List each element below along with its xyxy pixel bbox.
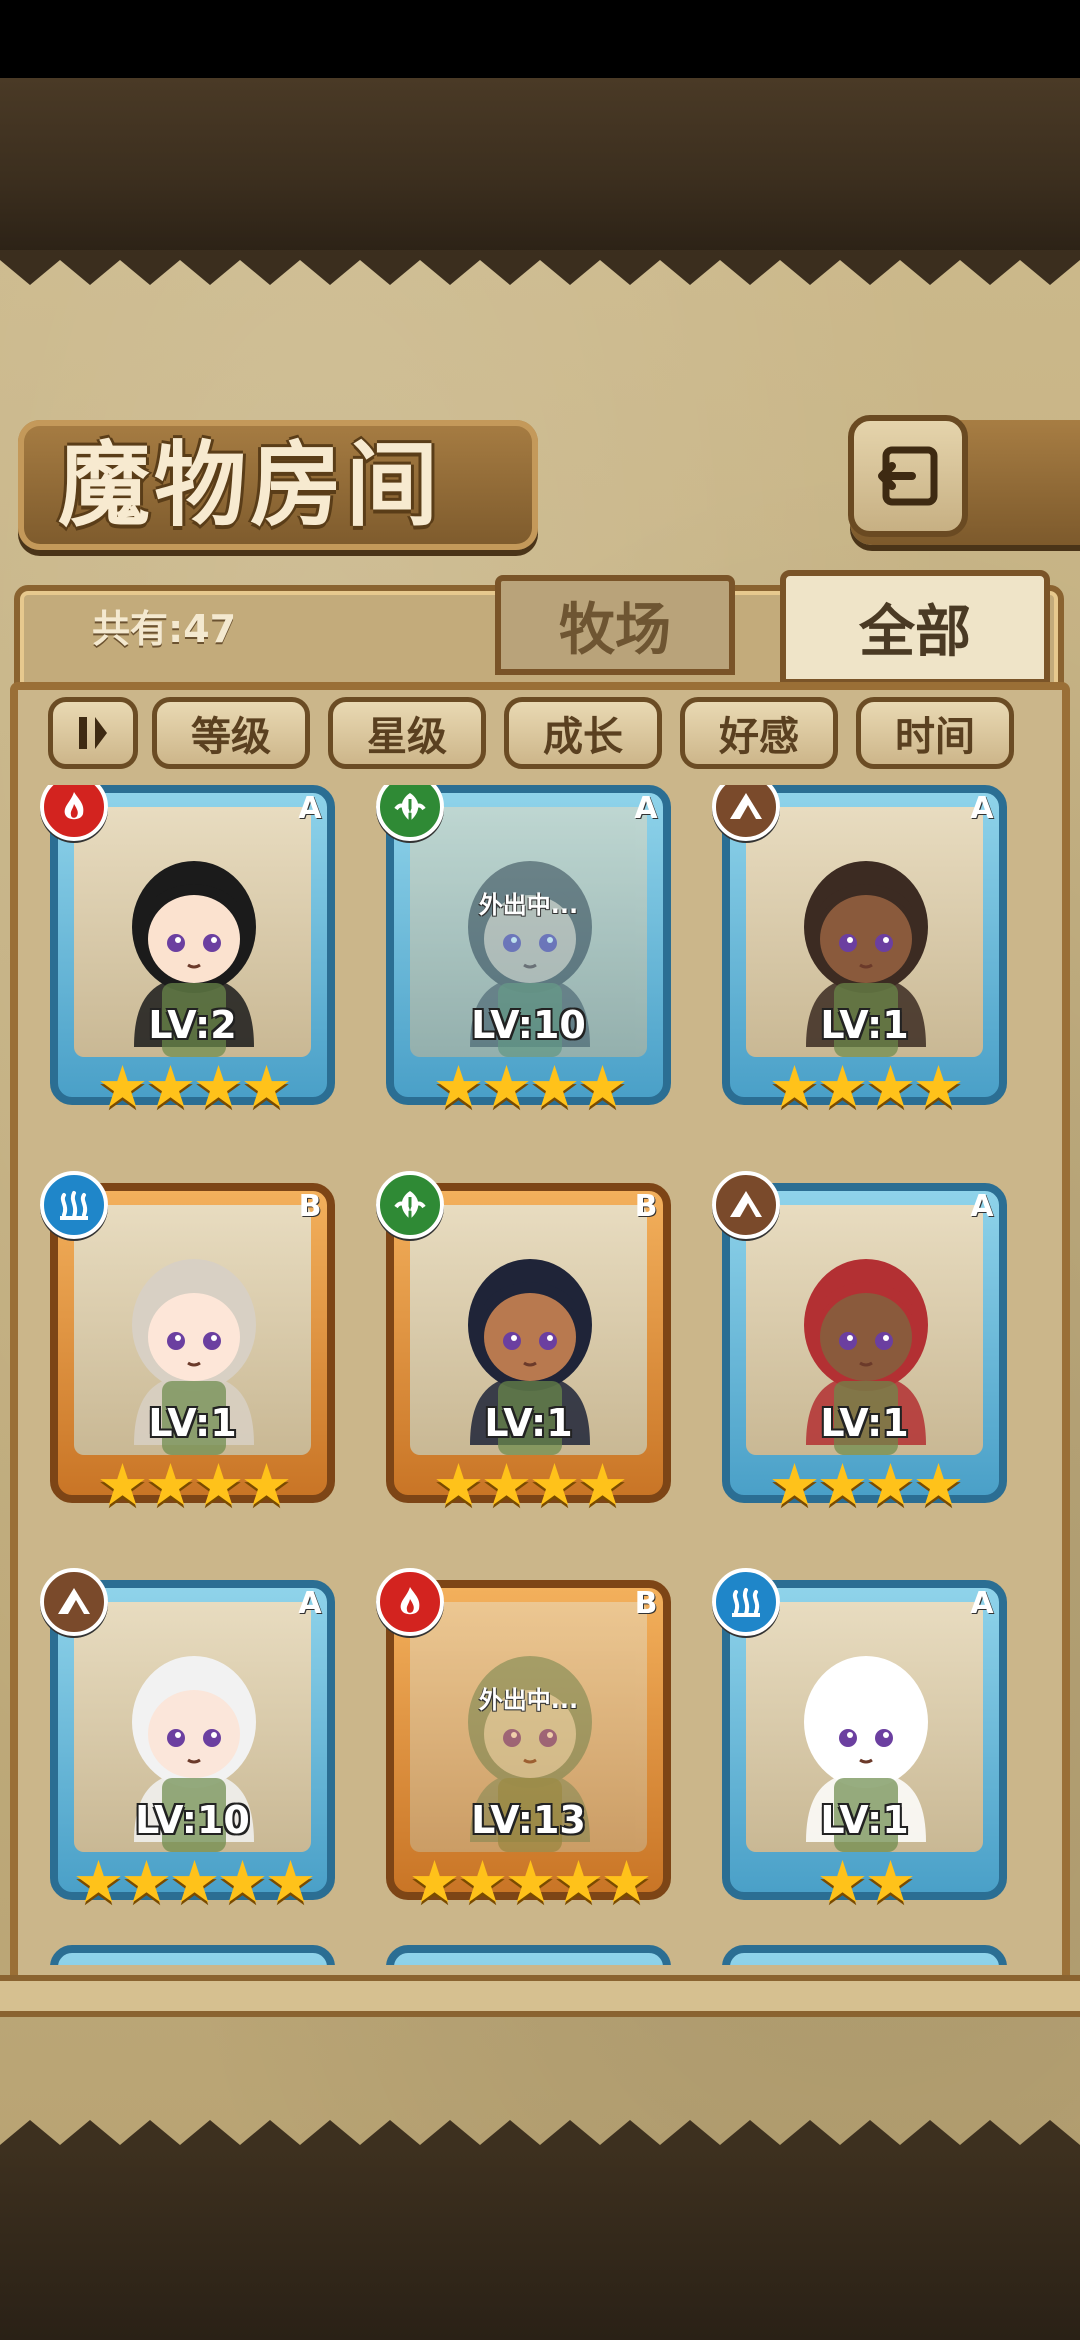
monster-grid: A LV:2 ★★★★ A 外出中... LV:10 ★★★★ A LV:1 ★★★★ B LV:1 ★… [40,785,1040,1965]
sort-order-toggle-button[interactable] [48,697,138,769]
away-status-label: 外出中... [478,1686,579,1714]
sort-filter-row: 等级 星级 成长 好感 时间 [48,697,1028,772]
tab-ranch[interactable]: 牧场 [495,575,735,675]
monster-card[interactable]: A LV:1 ★★★★ [712,785,1017,1135]
monster-level: LV:1 [820,1003,909,1047]
sort-star-button[interactable]: 星级 [328,697,486,769]
monster-level: LV:1 [148,1401,237,1445]
star-rating: ★★★★★ [408,1848,653,1916]
card-frame [722,1945,1007,1965]
page-title: 魔物房间 [58,431,443,539]
star-rating: ★★★★★ [72,1848,317,1916]
star-rating: ★★ [816,1848,917,1916]
star-rating: ★★★★ [96,1451,293,1519]
sort-affection-button[interactable]: 好感 [680,697,838,769]
monster-level: LV:10 [135,1798,250,1842]
monster-card[interactable]: A LV:1 ★★ [712,1568,1017,1930]
monster-card-partial[interactable] [40,1945,345,1965]
rank-badge: A [634,791,658,826]
rank-badge: B [634,1189,658,1224]
rank-badge: A [970,1586,994,1621]
star-rating: ★★★★ [432,1451,629,1519]
monster-level: LV:10 [471,1003,586,1047]
monster-card[interactable]: A LV:10 ★★★★★ [40,1568,345,1930]
monster-card[interactable]: B 外出中... LV:13 ★★★★★ [376,1568,681,1930]
earth-element-icon [40,1568,108,1636]
monster-card[interactable]: A LV:1 ★★★★ [712,1171,1017,1533]
star-rating: ★★★★ [432,1053,629,1121]
top-wood-border [0,78,1080,253]
monster-level: LV:1 [484,1401,573,1445]
tab-all[interactable]: 全部 [780,570,1050,685]
sort-time-button[interactable]: 时间 [856,697,1014,769]
panel-bottom-edge [0,1975,1080,2017]
star-rating: ★★★★ [96,1053,293,1121]
rank-badge: B [298,1189,322,1224]
sort-growth-button[interactable]: 成长 [504,697,662,769]
monster-level: LV:1 [820,1401,909,1445]
monster-level: LV:2 [148,1003,237,1047]
status-bar [0,0,1080,78]
grass-element-icon [376,1171,444,1239]
rank-badge: A [970,791,994,826]
away-status-label: 外出中... [478,891,579,919]
sort-level-button[interactable]: 等级 [152,697,310,769]
monster-card[interactable]: B LV:1 ★★★★ [40,1171,345,1533]
star-rating: ★★★★ [768,1053,965,1121]
card-frame [50,1945,335,1965]
fire-element-icon [376,1568,444,1636]
earth-element-icon [712,1171,780,1239]
bottom-wood-border [0,2150,1080,2340]
star-rating: ★★★★ [768,1451,965,1519]
bottom-zigzag-edge [0,2120,1080,2155]
back-button[interactable] [848,415,968,537]
back-arrow-icon [878,446,938,506]
rank-badge: A [298,1586,322,1621]
rank-badge: A [970,1189,994,1224]
monster-card-partial[interactable] [376,1945,681,1965]
monster-level: LV:1 [820,1798,909,1842]
water-element-icon [40,1171,108,1239]
monster-card[interactable]: B LV:1 ★★★★ [376,1171,681,1533]
monster-card[interactable]: A LV:2 ★★★★ [40,785,345,1135]
monster-card[interactable]: A 外出中... LV:10 ★★★★ [376,785,681,1135]
card-frame [386,1945,671,1965]
monster-level: LV:13 [471,1798,586,1842]
rank-badge: B [634,1586,658,1621]
monster-count: 共有:47 [92,607,237,651]
water-element-icon [712,1568,780,1636]
monster-card-partial[interactable] [712,1945,1017,1965]
rank-badge: A [298,791,322,826]
sort-toggle-icon [79,717,107,749]
top-zigzag-edge [0,250,1080,285]
